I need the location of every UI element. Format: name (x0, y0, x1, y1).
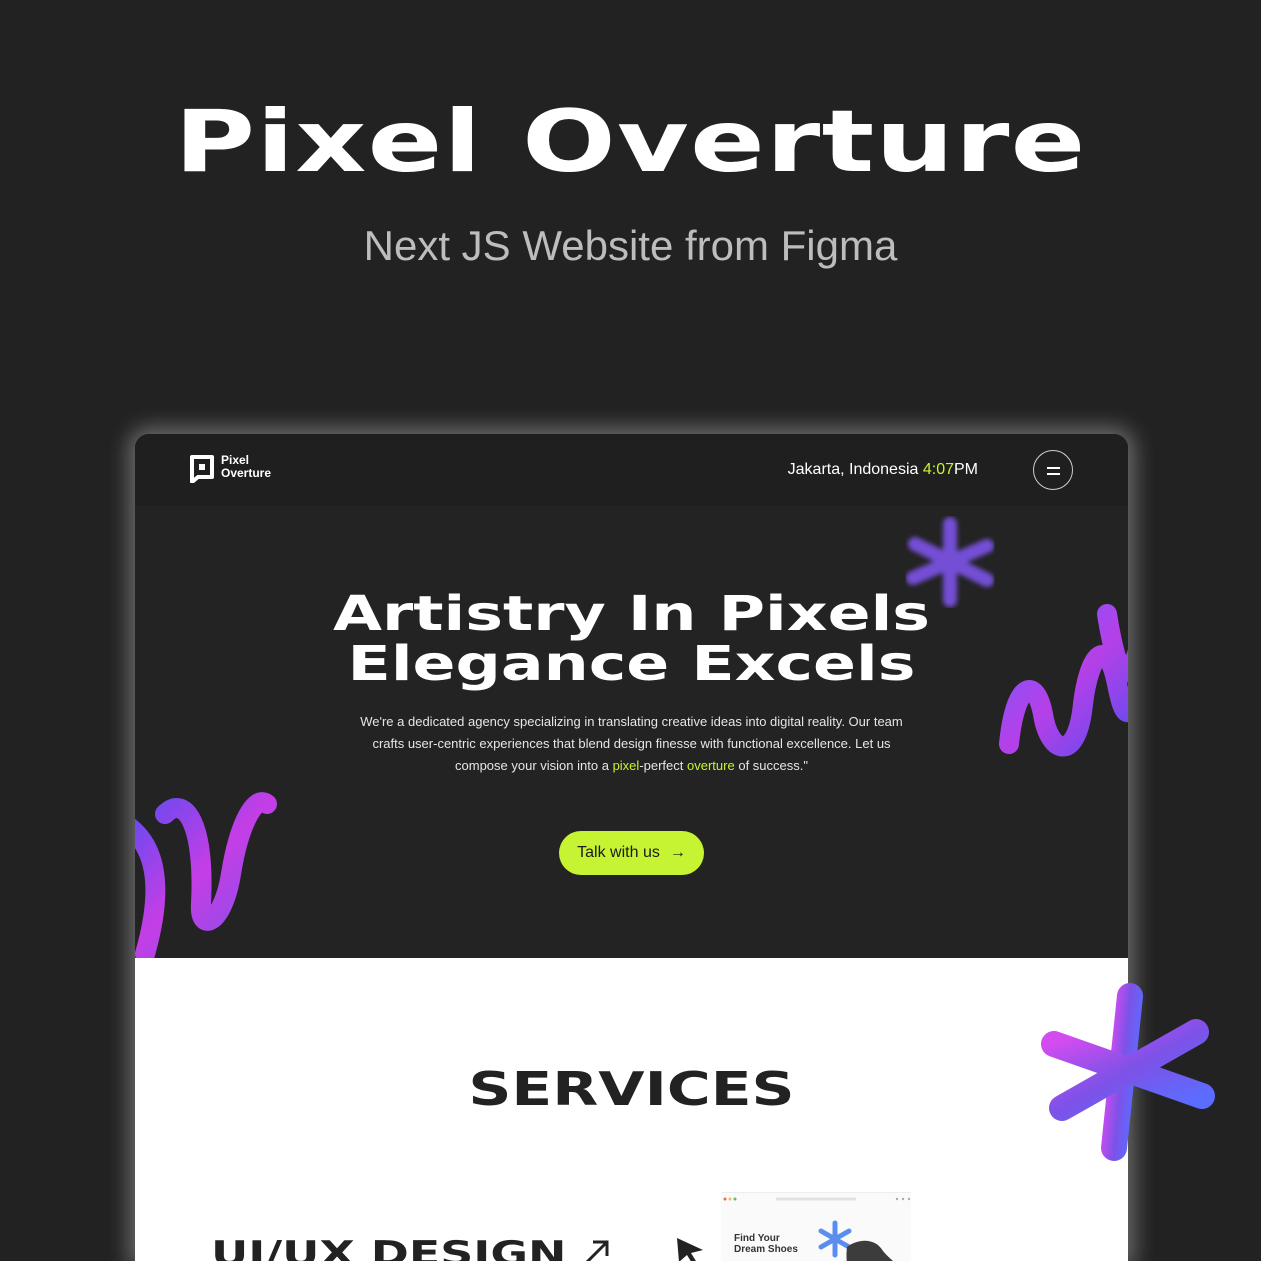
cursor-icon (677, 1238, 703, 1261)
thumbnail-title-line-2: Dream Shoes (734, 1244, 798, 1255)
menu-icon (1047, 467, 1060, 469)
arrow-right-icon: → (669, 844, 686, 861)
hero-section: Pixel Overture Jakarta, Indonesia 4:07PM (135, 434, 1128, 959)
services-title: SERVICES (468, 1062, 795, 1116)
clock-meridiem: PM (954, 461, 978, 478)
services-section: SERVICES UI/UX DESIGN Find Your Dream Sh… (135, 958, 1128, 1261)
hero-heading-line-2: Elegance Excels (347, 636, 916, 692)
promo-title: Pixel Overture (174, 92, 1087, 192)
location-label: Jakarta, Indonesia (787, 461, 919, 478)
website-preview: Pixel Overture Jakarta, Indonesia 4:07PM (135, 434, 1128, 1261)
menu-button[interactable] (1033, 450, 1073, 490)
logo-line-2: Overture (221, 466, 272, 480)
hero-desc-highlight-pixel: pixel (612, 758, 640, 773)
hero-desc-highlight-overture: overture (687, 758, 735, 773)
arrow-up-right-icon[interactable] (583, 1238, 611, 1261)
navbar: Pixel Overture Jakarta, Indonesia 4:07PM (135, 434, 1128, 506)
talk-with-us-button[interactable]: Talk with us → (559, 831, 704, 875)
thumbnail-title-line-1: Find Your (734, 1233, 780, 1244)
asterisk-large-icon (1041, 983, 1215, 1161)
hero-description: We're a dedicated agency specializing in… (345, 711, 918, 777)
logo-text[interactable]: Pixel Overture (221, 454, 271, 480)
location-time: Jakarta, Indonesia 4:07PM (788, 461, 978, 479)
project-thumbnail[interactable]: Find Your Dream Shoes (721, 1192, 911, 1261)
shoe-image-icon (818, 1220, 894, 1261)
thumbnail-title: Find Your Dream Shoes (734, 1233, 798, 1255)
cta-label: Talk with us (577, 844, 660, 861)
hero-desc-part-2: -perfect (639, 758, 684, 773)
menu-icon-line (1047, 473, 1060, 475)
logo-icon[interactable] (189, 455, 215, 483)
service-item-uiux[interactable]: UI/UX DESIGN (211, 1234, 566, 1261)
hero-desc-part-3: of success." (738, 758, 808, 773)
squiggle-left-icon (135, 792, 277, 959)
promo-subtitle: Next JS Website from Figma (363, 222, 898, 269)
hero-heading-line-1: Artistry In Pixels (332, 586, 931, 642)
browser-bar-icon (723, 1197, 911, 1201)
clock-time: 4:07 (922, 461, 954, 478)
